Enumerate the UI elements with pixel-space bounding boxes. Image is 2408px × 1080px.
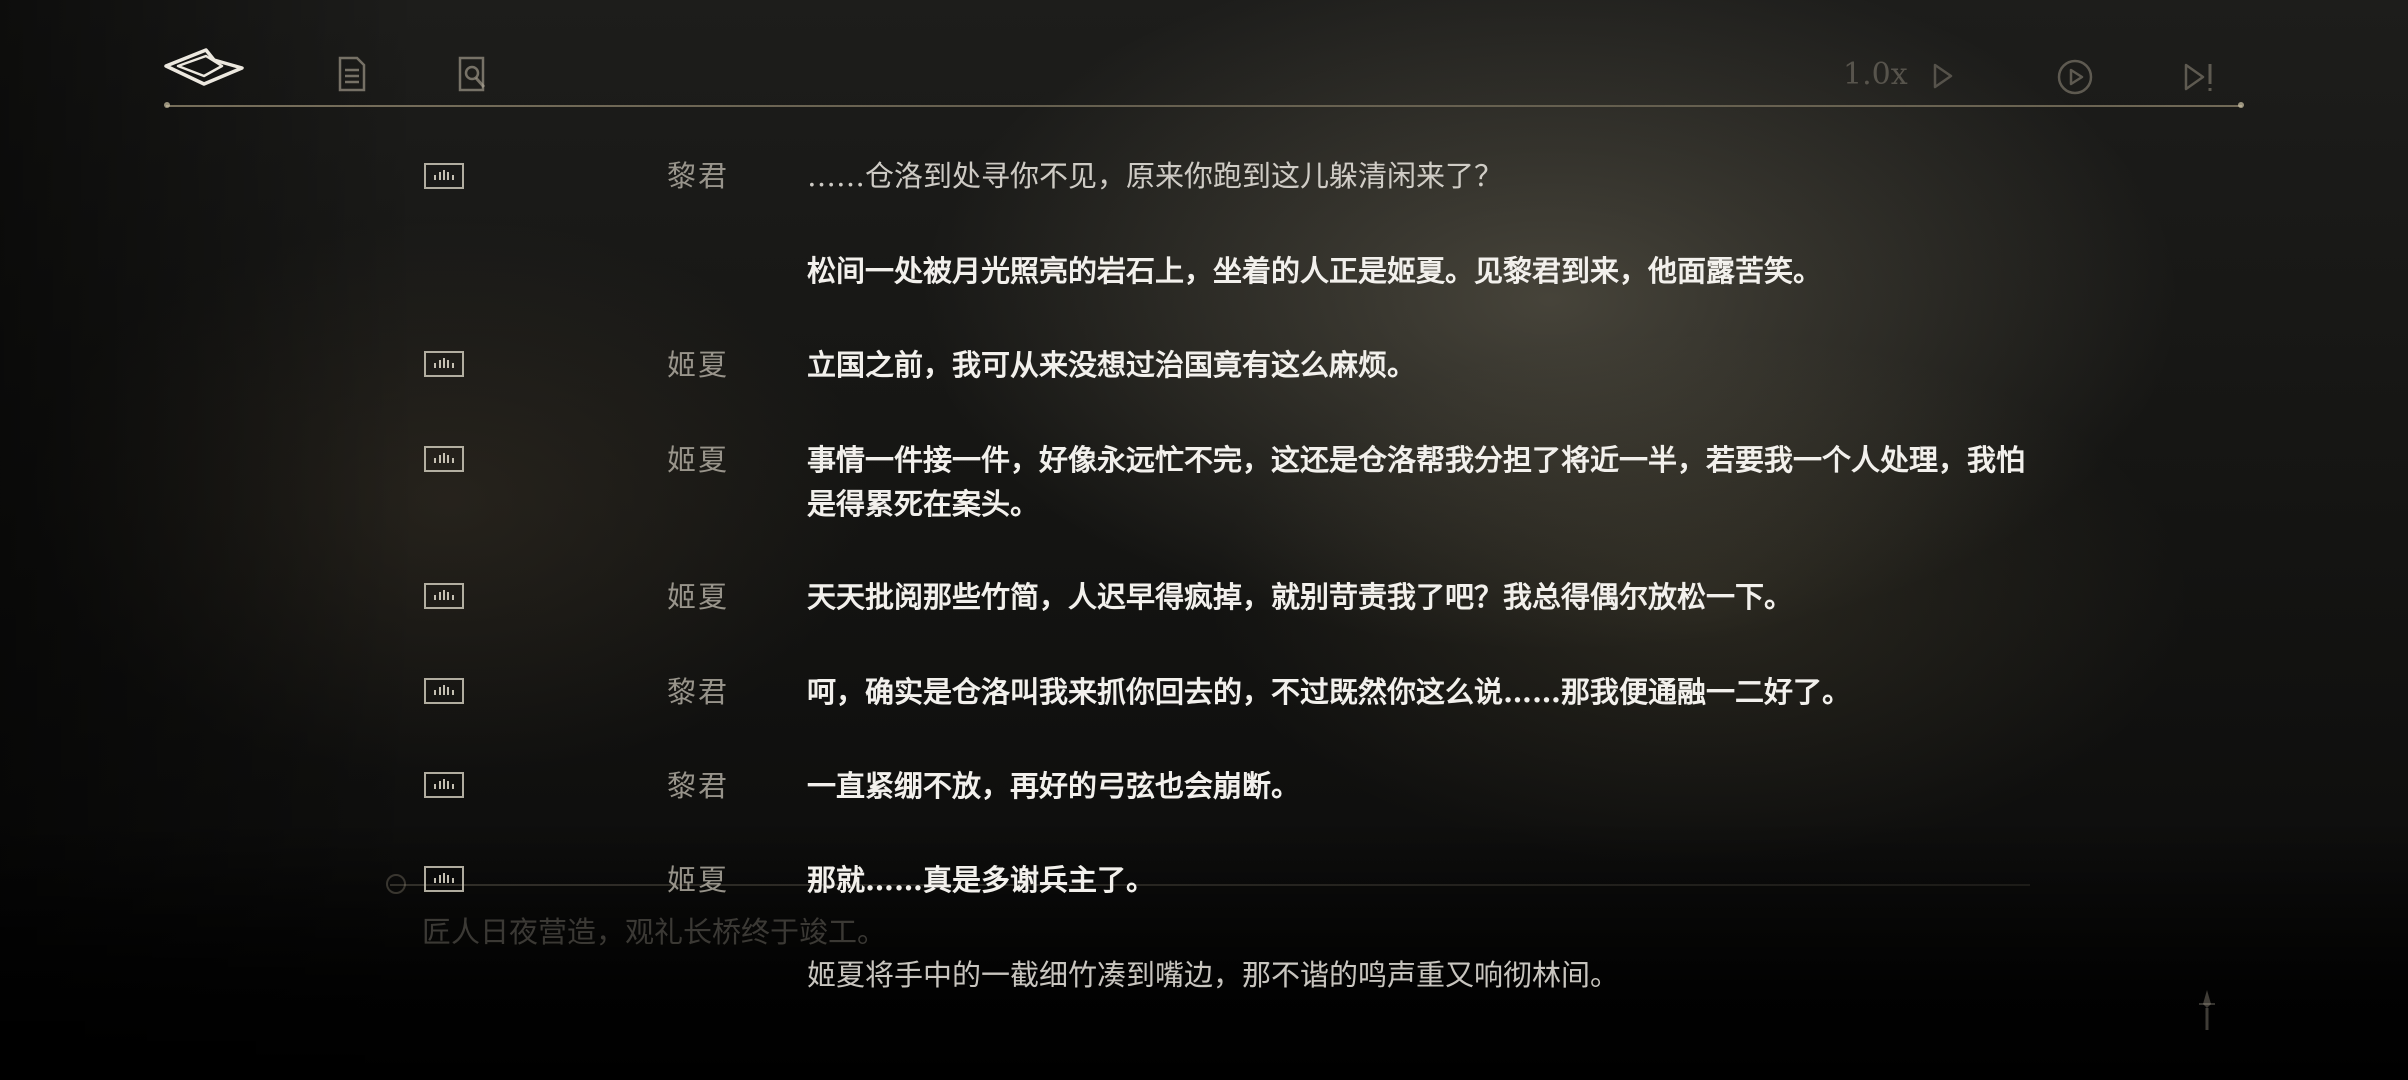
narration-text: 松间一处被月光照亮的岩石上，坐着的人正是姬夏。见黎君到来，他面露苦笑。 — [807, 254, 1823, 288]
auto-play-button[interactable] — [2054, 56, 2096, 98]
voice-wave-icon — [434, 685, 454, 695]
top-toolbar: 1.0x — [0, 0, 2408, 110]
dialogue-text: ……仓洛到处寻你不见，原来你跑到这儿躲清闲来了？ — [807, 159, 1504, 193]
voice-replay-button[interactable] — [424, 351, 464, 377]
voice-replay-button[interactable] — [424, 446, 464, 472]
toolbar-divider — [166, 105, 2242, 107]
dialogue-text: 那就……真是多谢兵主了。 — [807, 863, 1156, 897]
speaker-name: 黎君 — [667, 675, 730, 709]
playback-speed[interactable]: 1.0x — [1843, 55, 1908, 95]
dialogue-text: 一直紧绷不放，再好的弓弦也会崩断。 — [807, 769, 1301, 803]
search-button[interactable] — [455, 54, 491, 94]
voice-wave-icon — [434, 453, 454, 463]
voice-wave-icon — [434, 779, 454, 789]
speaker-name: 姬夏 — [667, 348, 730, 382]
document-icon — [338, 56, 366, 92]
voice-replay-button[interactable] — [424, 866, 464, 892]
voice-replay-button[interactable] — [424, 163, 464, 189]
narration-text: 姬夏将手中的一截细竹凑到嘴边，那不谐的鸣声重又响彻林间。 — [807, 958, 1620, 992]
toolbar-divider-endpoint — [164, 102, 170, 108]
voice-replay-button[interactable] — [424, 583, 464, 609]
play-triangle-icon — [1933, 63, 1953, 89]
back-button[interactable] — [160, 44, 250, 90]
speaker-name: 姬夏 — [667, 863, 730, 897]
background-subtitle: 匠人日夜营造，观礼长桥终于竣工。 — [422, 915, 887, 949]
speaker-name: 姬夏 — [667, 443, 730, 477]
toolbar-divider-endpoint — [2238, 102, 2244, 108]
back-arrow-icon — [164, 48, 244, 86]
dialogue-text: 事情一件接一件，好像永远忙不完，这还是仓洛帮我分担了将近一半，若要我一个人处理，… — [807, 443, 2026, 521]
magnify-book-icon — [458, 56, 486, 92]
voice-wave-icon — [434, 170, 454, 180]
dialogue-text: 立国之前，我可从来没想过治国竟有这么麻烦。 — [807, 348, 1417, 382]
dialogue-text: 天天批阅那些竹简，人迟早得疯掉，就别苛责我了吧？我总得偶尔放松一下。 — [807, 580, 1794, 614]
voice-replay-button[interactable] — [424, 772, 464, 798]
play-button[interactable] — [1930, 60, 1956, 92]
skip-button[interactable] — [2182, 58, 2218, 96]
skip-icon — [2184, 63, 2212, 91]
speaker-name: 黎君 — [667, 769, 730, 803]
voice-replay-button[interactable] — [424, 678, 464, 704]
scroll-ornament-icon — [2190, 986, 2224, 1034]
voice-wave-icon — [434, 590, 454, 600]
speaker-name: 黎君 — [667, 159, 730, 193]
auto-play-circle-icon — [2057, 59, 2093, 95]
log-button[interactable] — [334, 54, 370, 94]
dialogue-text: 呵，确实是仓洛叫我来抓你回去的，不过既然你这么说……那我便通融一二好了。 — [807, 675, 1852, 709]
voice-wave-icon — [434, 358, 454, 368]
voice-wave-icon — [434, 873, 454, 883]
speaker-name: 姬夏 — [667, 580, 730, 614]
